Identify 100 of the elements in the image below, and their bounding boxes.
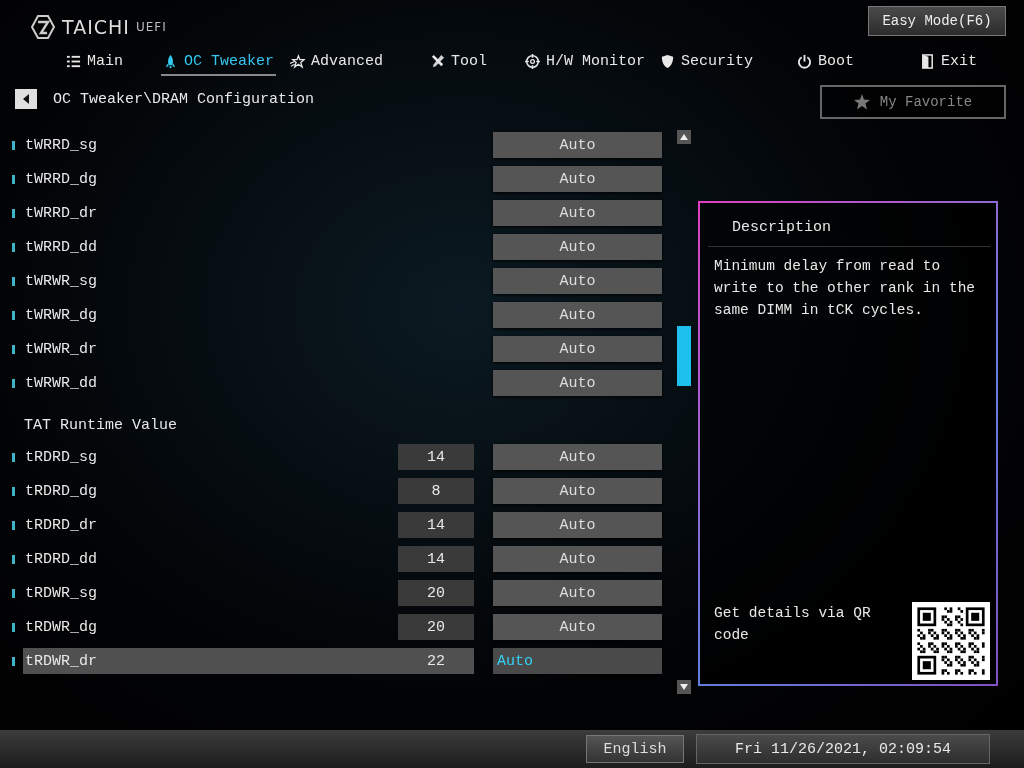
nav-tab[interactable]: Security — [658, 48, 755, 76]
scroll-up-button[interactable] — [677, 130, 691, 144]
row-marker-icon — [12, 554, 15, 564]
setting-row[interactable]: tWRWR_sg — [23, 268, 474, 294]
setting-row[interactable]: tRDWR_dr 22 — [23, 648, 474, 674]
row-marker-icon — [12, 378, 15, 388]
option-dropdown[interactable]: Auto — [493, 268, 662, 294]
up-arrow-icon — [680, 134, 688, 140]
easy-mode-button[interactable]: Easy Mode(F6) — [868, 6, 1006, 36]
setting-name: tWRRD_dr — [24, 204, 98, 222]
row-marker-icon — [12, 452, 15, 462]
logo-icon — [30, 14, 56, 40]
setting-row[interactable]: tWRWR_dd — [23, 370, 474, 396]
option-dropdown[interactable]: Auto — [493, 132, 662, 158]
setting-name: tWRRD_sg — [24, 136, 98, 154]
setting-row[interactable]: tRDWR_dg 20 — [23, 614, 474, 640]
language-button[interactable]: English — [586, 735, 684, 763]
row-marker-icon — [12, 622, 15, 632]
setting-row[interactable]: tWRWR_dr — [23, 336, 474, 362]
nav-tab[interactable]: OC Tweaker — [161, 48, 276, 76]
nav-tab[interactable]: Exit — [918, 48, 979, 76]
setting-row[interactable]: tRDRD_dg 8 — [23, 478, 474, 504]
tab-icon — [66, 53, 81, 69]
row-marker-icon — [12, 276, 15, 286]
tab-icon — [525, 53, 540, 69]
setting-name: tRDWR_dg — [24, 618, 98, 636]
setting-value: 20 — [398, 580, 474, 606]
panel-title: Description — [708, 203, 990, 247]
setting-row[interactable]: tWRRD_dr — [23, 200, 474, 226]
setting-name: tWRWR_dr — [24, 340, 98, 358]
option-dropdown[interactable]: Auto — [493, 614, 662, 640]
setting-name: tWRWR_dg — [24, 306, 98, 324]
row-marker-icon — [12, 656, 15, 666]
tab-icon — [660, 53, 675, 69]
option-dropdown[interactable]: Auto — [493, 478, 662, 504]
setting-row[interactable]: tWRRD_dd — [23, 234, 474, 260]
row-marker-icon — [12, 140, 15, 150]
setting-row[interactable]: tRDRD_sg 14 — [23, 444, 474, 470]
tab-icon — [163, 53, 178, 69]
nav-tab[interactable]: Advanced — [288, 48, 385, 76]
option-dropdown[interactable]: Auto — [493, 200, 662, 226]
qr-hint: Get details via QR code — [714, 604, 872, 645]
option-dropdown[interactable]: Auto — [493, 370, 662, 396]
down-arrow-icon — [680, 684, 688, 690]
option-dropdown[interactable]: Auto — [493, 648, 662, 674]
setting-value: 22 — [426, 651, 446, 672]
setting-name: tWRRD_dd — [24, 238, 98, 256]
option-dropdown[interactable]: Auto — [493, 546, 662, 572]
back-icon — [21, 94, 31, 104]
setting-name: tRDRD_sg — [24, 448, 98, 466]
setting-name: tRDWR_sg — [24, 584, 98, 602]
setting-name: tWRWR_dd — [24, 374, 98, 392]
brand-name: TAICHI — [62, 16, 130, 38]
setting-name: tWRRD_dg — [24, 170, 98, 188]
brand-suffix: UEFI — [135, 20, 167, 34]
tab-icon — [290, 53, 305, 69]
option-dropdown[interactable]: Auto — [493, 166, 662, 192]
setting-row[interactable]: tRDRD_dd 14 — [23, 546, 474, 572]
setting-row[interactable]: tWRRD_dg — [23, 166, 474, 192]
setting-row[interactable]: tRDWR_sg 20 — [23, 580, 474, 606]
option-dropdown[interactable]: Auto — [493, 302, 662, 328]
option-dropdown[interactable]: Auto — [493, 444, 662, 470]
row-marker-icon — [12, 242, 15, 252]
tab-icon — [430, 53, 445, 69]
option-dropdown[interactable]: Auto — [493, 580, 662, 606]
option-dropdown[interactable]: Auto — [493, 234, 662, 260]
tab-icon — [920, 53, 935, 69]
tab-icon — [797, 53, 812, 69]
nav-tab[interactable]: Tool — [428, 48, 489, 76]
setting-value: 14 — [398, 546, 474, 572]
row-marker-icon — [12, 486, 15, 496]
row-marker-icon — [12, 588, 15, 598]
setting-row[interactable]: tWRWR_dg — [23, 302, 474, 328]
back-button[interactable] — [15, 89, 37, 109]
row-marker-icon — [12, 344, 15, 354]
setting-name: tRDRD_dg — [24, 482, 98, 500]
nav-tab[interactable]: Main — [64, 48, 125, 76]
scrollbar-thumb[interactable] — [677, 326, 691, 386]
setting-row[interactable]: tRDRD_dr 14 — [23, 512, 474, 538]
setting-name: tRDRD_dr — [24, 516, 98, 534]
setting-value: 20 — [398, 614, 474, 640]
row-marker-icon — [12, 174, 15, 184]
row-marker-icon — [12, 310, 15, 320]
setting-value: 14 — [398, 444, 474, 470]
nav-tab[interactable]: H/W Monitor — [523, 48, 648, 76]
star-icon — [853, 94, 870, 110]
setting-name: tRDRD_dd — [24, 550, 98, 568]
scroll-down-button[interactable] — [677, 680, 691, 694]
option-dropdown[interactable]: Auto — [493, 512, 662, 538]
setting-row[interactable]: tWRRD_sg — [23, 132, 474, 158]
row-marker-icon — [12, 208, 15, 218]
setting-value: 8 — [398, 478, 474, 504]
setting-name: tRDWR_dr — [24, 652, 98, 670]
nav-tab[interactable]: Boot — [795, 48, 856, 76]
description-text: Minimum delay from read to write to the other rank in the same DIMM in tCK cycles. — [714, 257, 977, 320]
setting-name: tWRWR_sg — [24, 272, 98, 290]
favorite-button[interactable]: My Favorite — [820, 85, 1006, 119]
option-dropdown[interactable]: Auto — [493, 336, 662, 362]
setting-value: 14 — [398, 512, 474, 538]
date-time: Fri 11/26/2021, 02:09:54 — [696, 734, 990, 764]
